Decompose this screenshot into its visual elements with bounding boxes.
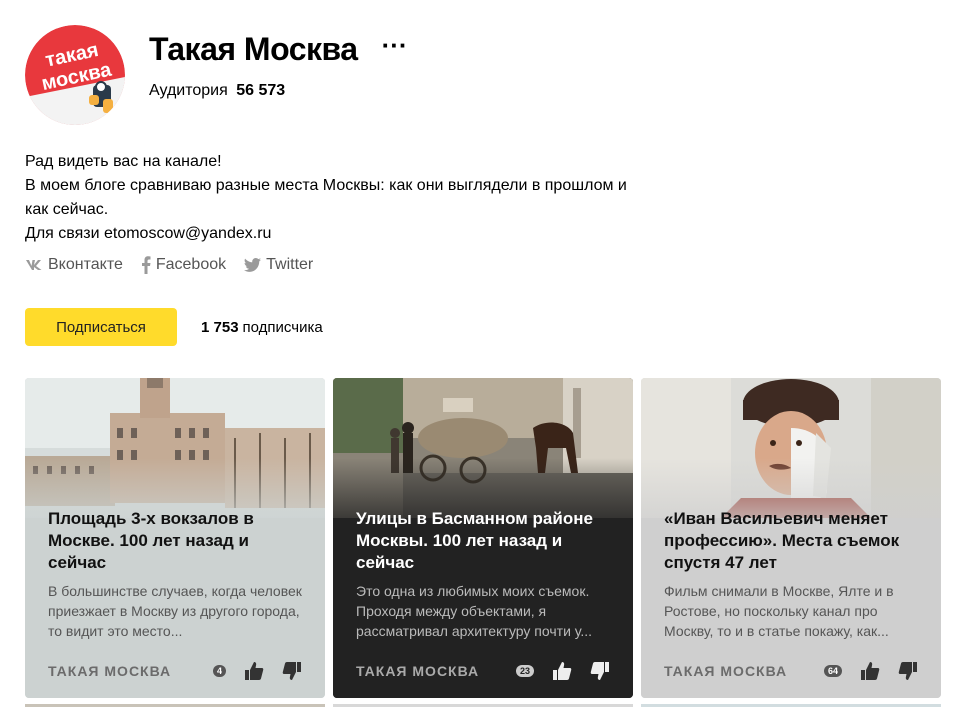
twitter-icon bbox=[244, 258, 262, 272]
subscribe-button[interactable]: Подписаться bbox=[25, 308, 177, 346]
thumbs-down-icon bbox=[590, 662, 609, 680]
comments-badge[interactable]: 4 bbox=[212, 665, 226, 677]
social-link-vk[interactable]: Вконтакте bbox=[25, 256, 123, 274]
dislike-button[interactable] bbox=[898, 661, 918, 681]
facebook-icon bbox=[141, 256, 151, 274]
more-options-button[interactable]: ··· bbox=[382, 32, 408, 65]
article-snippet: Это одна из любимых моих съемок. Проходя… bbox=[356, 583, 593, 639]
like-button[interactable] bbox=[244, 661, 264, 681]
article-card[interactable]: Площадь 3-х вокзалов в Москве. 100 лет н… bbox=[25, 378, 325, 698]
dislike-button[interactable] bbox=[282, 661, 302, 681]
article-feed: Площадь 3-х вокзалов в Москве. 100 лет н… bbox=[25, 378, 941, 698]
comments-badge[interactable]: 23 bbox=[515, 665, 534, 677]
description-line: Рад видеть вас на канале! bbox=[25, 153, 222, 170]
channel-header: такая москва Такая Москва ··· Аудитория … bbox=[25, 25, 925, 125]
channel-title: Такая Москва bbox=[149, 31, 358, 67]
article-card[interactable]: «Иван Васильевич меняет профессию». Мест… bbox=[641, 378, 941, 698]
subscribers-label: подписчика bbox=[242, 318, 323, 336]
article-title[interactable]: Площадь 3-х вокзалов в Москве. 100 лет н… bbox=[48, 508, 308, 574]
thumbs-down-icon bbox=[898, 662, 917, 680]
audience-value: 56 573 bbox=[236, 82, 286, 99]
social-label: Facebook bbox=[155, 256, 227, 273]
subscribers-count: 1 753 bbox=[201, 318, 239, 336]
thumbs-up-icon bbox=[861, 662, 880, 680]
social-link-facebook[interactable]: Facebook bbox=[141, 256, 226, 274]
article-source[interactable]: ТАКАЯ МОСКВА bbox=[48, 663, 171, 679]
article-snippet: В большинстве случаев, когда человек при… bbox=[48, 583, 302, 639]
thumbs-up-icon bbox=[553, 662, 572, 680]
channel-avatar[interactable]: такая москва bbox=[25, 25, 125, 125]
article-card[interactable]: Улицы в Басманном районе Москвы. 100 лет… bbox=[333, 378, 633, 698]
social-label: Twitter bbox=[266, 256, 314, 273]
description-line: Для связи etomoscow@yandex.ru bbox=[25, 225, 272, 242]
article-snippet: Фильм снимали в Москве, Ялте и в Ростове… bbox=[664, 583, 894, 639]
audience-info: Аудитория 56 573 bbox=[149, 82, 285, 100]
article-source[interactable]: ТАКАЯ МОСКВА bbox=[664, 663, 787, 679]
card-footer: ТАКАЯ МОСКВА 23 bbox=[356, 661, 610, 681]
article-source[interactable]: ТАКАЯ МОСКВА bbox=[356, 663, 479, 679]
subscribe-row: Подписаться 1 753 подписчика bbox=[25, 308, 323, 346]
channel-logo: такая москва bbox=[25, 25, 125, 125]
description-line: В моем блоге сравниваю разные места Моск… bbox=[25, 177, 627, 218]
article-title[interactable]: Улицы в Басманном районе Москвы. 100 лет… bbox=[356, 508, 616, 574]
title-row: Такая Москва ··· bbox=[149, 31, 408, 68]
channel-description: Рад видеть вас на канале! В моем блоге с… bbox=[25, 150, 645, 246]
dislike-button[interactable] bbox=[590, 661, 610, 681]
vk-icon bbox=[26, 260, 42, 270]
audience-label: Аудитория bbox=[149, 82, 228, 99]
social-links: Вконтакте Facebook Twitter bbox=[25, 256, 313, 274]
social-link-twitter[interactable]: Twitter bbox=[244, 256, 313, 274]
social-label: Вконтакте bbox=[48, 256, 123, 273]
article-title[interactable]: «Иван Васильевич меняет профессию». Мест… bbox=[664, 508, 924, 574]
thumbs-up-icon bbox=[245, 662, 264, 680]
card-footer: ТАКАЯ МОСКВА 64 bbox=[664, 661, 918, 681]
like-button[interactable] bbox=[860, 661, 880, 681]
like-button[interactable] bbox=[552, 661, 572, 681]
thumbs-down-icon bbox=[282, 662, 301, 680]
comments-badge[interactable]: 64 bbox=[823, 665, 842, 677]
card-footer: ТАКАЯ МОСКВА 4 bbox=[48, 661, 302, 681]
subscribers-info: 1 753 подписчика bbox=[201, 319, 323, 336]
